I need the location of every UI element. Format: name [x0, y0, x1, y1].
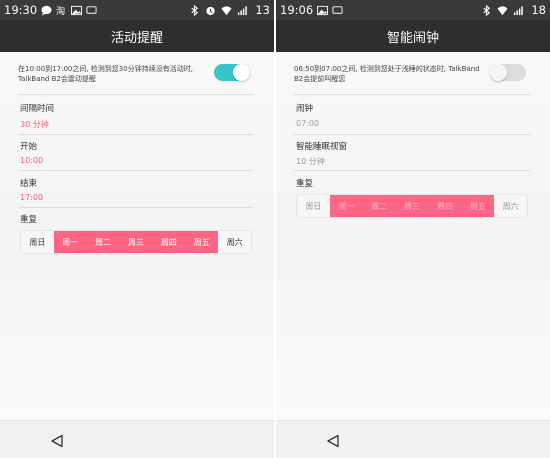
status-bar: 19:30 淘 13	[0, 0, 274, 20]
back-icon[interactable]	[326, 434, 340, 448]
day-saturday[interactable]: 周六	[494, 195, 527, 217]
alarm-description: 06:50到07:00之间, 检测到您处于浅睡的状态时, TalkBand B2…	[294, 65, 480, 83]
divider	[18, 207, 254, 208]
page-title: 活动提醒	[0, 20, 274, 52]
day-friday[interactable]: 周五	[461, 195, 495, 217]
chat-bubble-icon	[41, 5, 52, 16]
status-time: 19:06	[280, 3, 314, 17]
interval-label: 间隔时间	[20, 104, 55, 114]
day-monday[interactable]: 周一	[329, 195, 363, 217]
day-friday[interactable]: 周五	[185, 231, 219, 253]
wifi-icon	[497, 5, 508, 15]
end-value[interactable]: 17:00	[20, 193, 43, 202]
divider	[18, 94, 254, 95]
day-sunday[interactable]: 周日	[297, 195, 330, 217]
alarm-label: 闹钟	[296, 104, 314, 114]
day-saturday[interactable]: 周六	[218, 231, 251, 253]
day-sunday[interactable]: 周日	[21, 231, 54, 253]
screen-icon	[332, 5, 343, 14]
start-value[interactable]: 10:00	[20, 156, 43, 165]
day-wednesday[interactable]: 周三	[119, 231, 153, 253]
back-icon[interactable]	[50, 434, 64, 448]
alarm-toggle[interactable]	[490, 64, 526, 81]
signal-icon	[238, 5, 248, 15]
bluetooth-icon	[483, 4, 491, 16]
day-thursday[interactable]: 周四	[152, 231, 186, 253]
activity-reminder-screen: 19:30 淘 13 活动提醒 在10:00到17:00之间, 检测到您30分钟…	[0, 0, 274, 458]
reminder-toggle[interactable]	[214, 64, 250, 81]
sleep-window-value[interactable]: 10 分钟	[296, 156, 325, 167]
smart-alarm-screen: 19:06 18 智能闹钟 06:50到07:00之间, 检测到您处于浅睡的状态…	[276, 0, 550, 458]
svg-text:淘: 淘	[56, 5, 65, 16]
day-wednesday[interactable]: 周三	[395, 195, 429, 217]
interval-value[interactable]: 30 分钟	[20, 119, 49, 130]
divider	[294, 134, 530, 135]
image-icon	[71, 5, 83, 15]
divider	[18, 170, 254, 171]
status-bar: 19:06 18	[276, 0, 550, 20]
divider	[294, 170, 530, 171]
repeat-label: 重复	[296, 179, 314, 189]
toggle-knob	[233, 64, 250, 81]
image-icon	[317, 5, 329, 15]
divider	[18, 134, 254, 135]
repeat-day-selector: 周日 周一 周二 周三 周四 周五 周六	[20, 230, 252, 254]
end-label: 结束	[20, 179, 38, 189]
reminder-description: 在10:00到17:00之间, 检测到您30分钟持续没有活动时, TalkBan…	[18, 65, 193, 83]
sleep-window-label: 智能睡眠视窗	[296, 142, 348, 152]
page-title: 智能闹钟	[276, 20, 550, 52]
day-thursday[interactable]: 周四	[428, 195, 462, 217]
toggle-knob	[490, 64, 507, 81]
taobao-icon: 淘	[56, 5, 65, 16]
screen-icon	[86, 5, 97, 14]
navigation-bar	[276, 420, 550, 458]
status-time: 19:30	[4, 3, 38, 17]
alarm-icon	[206, 6, 215, 15]
repeat-day-selector: 周日 周一 周二 周三 周四 周五 周六	[296, 194, 528, 218]
day-monday[interactable]: 周一	[53, 231, 87, 253]
repeat-label: 重复	[20, 215, 38, 225]
battery-level: 13	[255, 3, 270, 17]
signal-icon	[514, 5, 524, 15]
day-tuesday[interactable]: 周二	[362, 195, 396, 217]
divider	[294, 94, 530, 95]
navigation-bar	[0, 420, 274, 458]
day-tuesday[interactable]: 周二	[86, 231, 120, 253]
battery-level: 18	[531, 3, 546, 17]
start-label: 开始	[20, 142, 38, 152]
bluetooth-icon	[191, 4, 199, 16]
alarm-time-value[interactable]: 07:00	[296, 119, 319, 128]
wifi-icon	[221, 5, 232, 15]
